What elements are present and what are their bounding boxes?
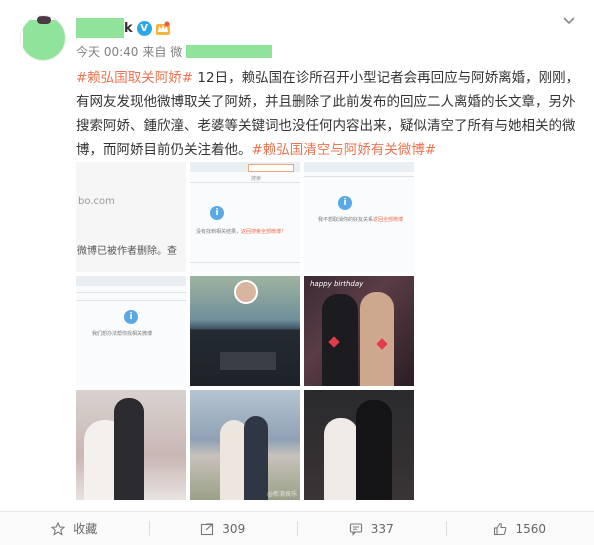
image-text: bo.com xyxy=(78,196,115,207)
image-thumbnail-2[interactable]: 搜索 i 没有找到相关结果，返回搜索全部微博？ xyxy=(190,162,300,272)
post-text: #赖弘国取关阿娇# 12日，赖弘国在诊所召开小型记者会再回应与阿娇离婚，刚刚，有… xyxy=(76,66,584,162)
avatar-redaction xyxy=(23,20,65,60)
verified-icon: V xyxy=(136,20,152,36)
image-person xyxy=(244,416,268,500)
image-text: 微博已被作者删除。查 xyxy=(77,246,177,257)
chevron-down-icon[interactable] xyxy=(562,14,576,28)
image-link-text: 返回全部微博 xyxy=(373,217,404,223)
image-divider xyxy=(190,262,300,263)
image-thumbnail-4[interactable]: i 我们想办法帮你找相关微博 xyxy=(76,276,186,386)
image-divider xyxy=(304,176,414,177)
image-thumbnail-6[interactable]: happy birthday xyxy=(304,276,414,386)
image-thumbnail-9[interactable] xyxy=(304,390,414,500)
comment-icon xyxy=(349,522,362,536)
image-thumbnail-7[interactable] xyxy=(76,390,186,500)
image-link-text: 返回搜索全部微博？ xyxy=(241,229,287,235)
author-name-redaction xyxy=(76,18,124,38)
hashtag-link[interactable]: #赖弘国取关阿娇# xyxy=(76,70,193,86)
repost-count: 309 xyxy=(222,521,246,536)
image-message: 我们想办法帮你找相关微博 xyxy=(92,331,153,337)
image-divider xyxy=(76,300,186,301)
post-source-prefix: 来自 微 xyxy=(142,44,183,59)
info-icon: i xyxy=(210,206,224,220)
comment-count: 337 xyxy=(370,521,394,536)
image-message: 没有找到相关结果，返回搜索全部微博？ xyxy=(196,228,286,235)
like-icon xyxy=(494,522,507,535)
info-icon: i xyxy=(124,310,138,324)
image-sign-text: happy birthday xyxy=(310,280,364,288)
image-message: 我不想取消你的好友关系返回全部微博 xyxy=(318,216,403,223)
image-thumbnail-5[interactable] xyxy=(190,276,300,386)
image-watermark: @新浪娱乐 xyxy=(266,491,297,498)
weibo-post-card: k V 今天 00:40 来自 微 #赖弘国取关阿娇# 12日，赖弘国在诊所召开… xyxy=(0,0,594,545)
image-bar xyxy=(76,276,186,286)
repost-button[interactable]: 309 xyxy=(148,512,298,545)
image-dialog xyxy=(220,352,276,370)
image-person xyxy=(324,418,358,500)
image-grid: bo.com 微博已被作者删除。查 搜索 i 没有找到相关结果，返回搜索全部微博… xyxy=(76,162,414,500)
author-row: k V xyxy=(76,17,171,39)
image-divider xyxy=(76,292,186,293)
image-thumbnail-1[interactable]: bo.com 微博已被作者删除。查 xyxy=(76,162,186,272)
author-name[interactable]: k xyxy=(124,21,133,36)
image-thumbnail-3[interactable]: i 我不想取消你的好友关系返回全部微博 xyxy=(304,162,414,272)
image-person xyxy=(360,292,394,386)
post-time[interactable]: 今天 00:40 xyxy=(76,43,138,60)
image-person xyxy=(322,294,358,386)
post-source-redaction xyxy=(186,44,273,58)
crown-icon xyxy=(155,21,170,35)
image-search-field: 搜索 xyxy=(248,164,294,182)
comment-button[interactable]: 337 xyxy=(297,512,446,545)
image-text: 没有找到相关结果， xyxy=(196,229,242,235)
like-count: 1560 xyxy=(515,521,547,536)
image-bar xyxy=(304,162,414,172)
image-profile-photo xyxy=(234,280,258,304)
collect-button[interactable]: 收藏 xyxy=(0,512,149,545)
collect-label: 收藏 xyxy=(73,522,98,536)
repost-icon xyxy=(201,522,214,535)
avatar-fragment-bottom xyxy=(51,58,65,60)
image-thumbnail-8[interactable]: @新浪娱乐 xyxy=(190,390,300,500)
like-button[interactable]: 1560 xyxy=(445,512,594,545)
info-icon: i xyxy=(338,196,352,210)
image-person xyxy=(114,398,144,500)
post-meta: 今天 00:40 来自 微 xyxy=(76,43,273,60)
image-person xyxy=(356,400,392,500)
star-icon xyxy=(51,521,66,536)
action-bar: 收藏 309 337 1560 xyxy=(0,512,594,545)
image-text: 我不想取消你的好友关系 xyxy=(318,217,374,223)
image-divider xyxy=(190,182,300,183)
avatar-fragment xyxy=(37,16,51,24)
avatar[interactable] xyxy=(20,15,66,61)
hashtag-link[interactable]: #赖弘国清空与阿娇有关微博# xyxy=(252,142,437,158)
